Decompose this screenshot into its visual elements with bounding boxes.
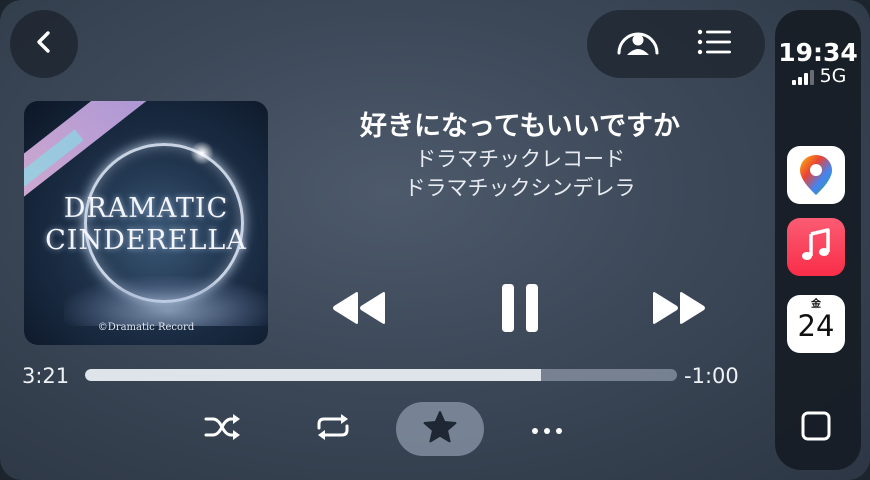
music-note-icon [800,228,832,266]
square-icon [801,411,831,445]
shareplay-icon [613,25,663,63]
queue-button[interactable] [685,14,745,74]
song-artist[interactable]: ドラマチックレコード [290,143,750,173]
carplay-dock: 19:34 5G 金 24 [775,10,861,470]
fast-forward-button[interactable] [646,280,712,340]
remaining-time: -1:00 [684,364,739,388]
maps-app-icon[interactable] [787,146,845,204]
top-toolbar [587,10,765,78]
rewind-button[interactable] [326,280,392,340]
calendar-app-icon[interactable]: 金 24 [787,295,845,353]
back-button[interactable] [10,10,78,78]
progress-fill [85,369,541,381]
signal-bar [809,69,814,85]
artwork-sparkle [190,141,214,165]
signal-bar [803,73,808,85]
status-time: 19:34 [778,38,858,67]
artwork-title-line1: DRAMATIC [63,193,229,224]
more-button[interactable] [522,402,572,456]
repeat-icon [314,411,352,447]
artwork-title-line2: CINDERELLA [45,225,247,256]
shuffle-icon [203,412,243,446]
pause-icon [500,283,540,337]
calendar-date: 24 [797,309,835,343]
album-artwork[interactable]: DRAMATIC CINDERELLA ©Dramatic Record [24,101,268,345]
network-type: 5G [819,65,847,87]
shareplay-button[interactable] [608,14,668,74]
carplay-now-playing-screen: DRAMATIC CINDERELLA ©Dramatic Record 好きに… [0,0,870,480]
cellular-signal-icon [791,69,814,85]
song-title: 好きになってもいいですか [360,111,680,142]
favorite-button[interactable] [396,402,484,456]
progress-bar[interactable] [85,369,677,381]
dashboard-button[interactable] [799,411,833,445]
pause-button[interactable] [490,280,550,340]
signal-bar [797,76,802,85]
elapsed-time: 3:21 [22,364,70,388]
song-album[interactable]: ドラマチックシンデレラ [290,172,750,202]
star-icon [422,410,458,448]
fast-forward-icon [651,291,707,329]
status-signal: 5G [781,65,857,87]
signal-bar [791,80,796,85]
artwork-crowd [64,276,268,326]
artwork-label: ©Dramatic Record [97,322,195,333]
music-app-icon[interactable] [787,218,845,276]
list-icon [697,29,733,59]
repeat-button[interactable] [308,402,358,456]
rewind-icon [331,291,387,329]
ellipsis-icon [530,420,564,439]
chevron-left-icon [30,28,58,60]
shuffle-button[interactable] [198,402,248,456]
